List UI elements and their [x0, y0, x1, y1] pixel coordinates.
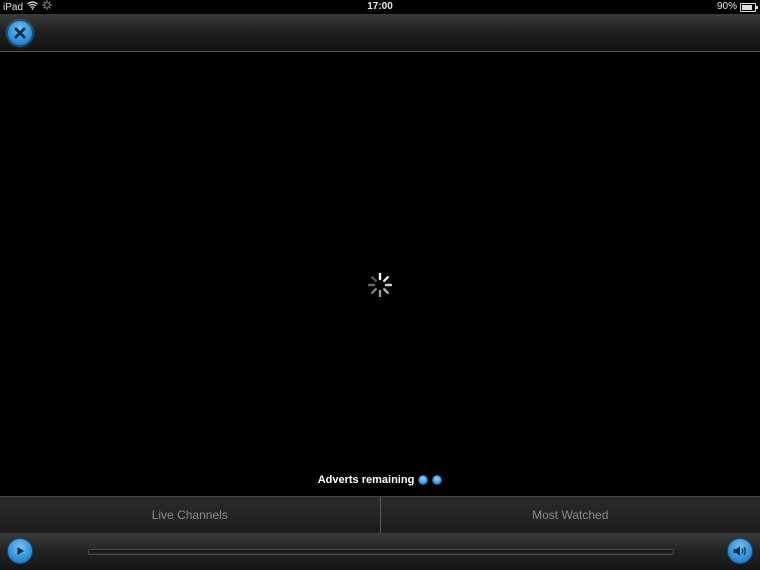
volume-button[interactable] — [727, 538, 753, 564]
adverts-label: Adverts remaining — [317, 474, 415, 486]
close-button[interactable] — [7, 20, 33, 46]
tab-live-channels[interactable]: Live Channels — [0, 496, 380, 534]
play-button[interactable] — [7, 538, 33, 564]
tab-bar: Live Channels Most Watched — [0, 496, 760, 534]
advert-dot — [432, 475, 443, 485]
play-icon — [17, 547, 24, 555]
tab-most-watched[interactable]: Most Watched — [379, 496, 760, 534]
battery-percentage: 90% — [716, 1, 737, 12]
status-bar: iPad 17:00 90% — [0, 0, 760, 14]
advert-dot — [418, 475, 429, 485]
close-icon — [14, 27, 26, 39]
advert-dots — [418, 475, 443, 485]
volume-icon — [733, 546, 746, 556]
top-toolbar — [0, 14, 760, 52]
spinner-icon — [367, 272, 393, 298]
adverts-remaining: Adverts remaining — [0, 474, 760, 486]
battery-icon — [740, 2, 758, 12]
clock: 17:00 — [367, 1, 393, 12]
status-right: 90% — [716, 0, 758, 14]
playback-controls — [0, 533, 760, 570]
progress-slider[interactable] — [88, 549, 674, 555]
